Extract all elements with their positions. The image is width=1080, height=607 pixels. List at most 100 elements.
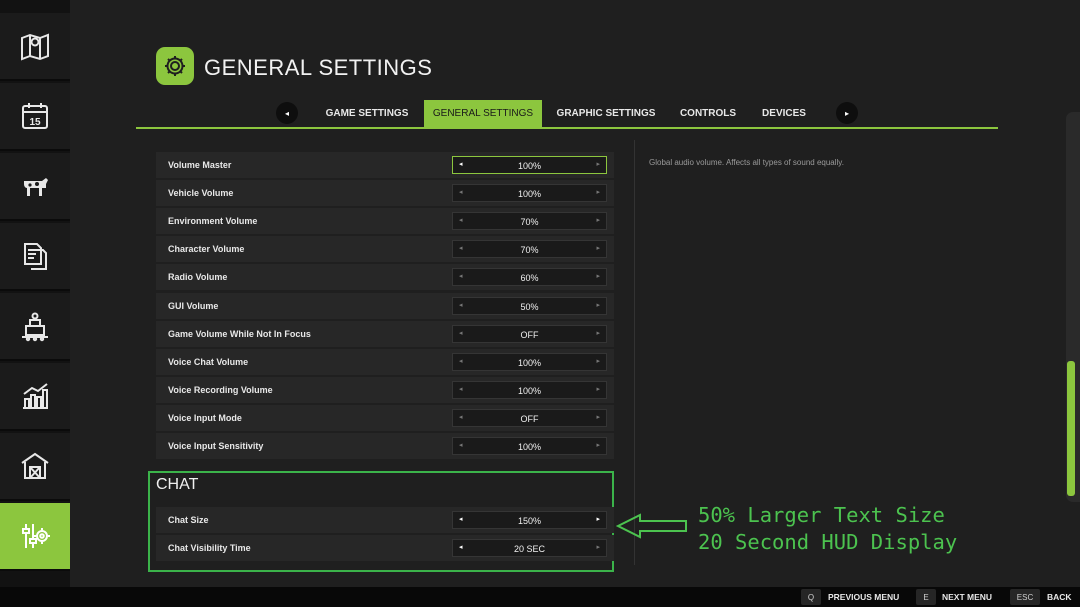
increase-arrow-icon[interactable]: ▸ [596, 515, 600, 523]
sidebar-item-settings[interactable] [0, 503, 78, 571]
setting-label: Volume Master [168, 160, 232, 170]
increase-arrow-icon[interactable]: ▸ [596, 301, 600, 309]
setting-value: 100% [517, 442, 542, 452]
setting-row[interactable]: Character Volume ◂ 70% ▸ [156, 236, 614, 263]
setting-row[interactable]: Game Volume While Not In Focus ◂ OFF ▸ [156, 320, 614, 347]
sidebar-item-statistics[interactable] [0, 363, 70, 431]
next-menu-button[interactable]: NEXT MENU [942, 592, 992, 602]
increase-arrow-icon[interactable]: ▸ [596, 160, 600, 168]
sidebar-item-calendar[interactable]: 15 [0, 83, 70, 151]
tab-graphic-settings[interactable]: GRAPHIC SETTINGS [554, 100, 658, 127]
setting-label: GUI Volume [168, 300, 219, 311]
settings-panel: GENERAL SETTINGS ◂ GAME SETTINGS GENERAL… [70, 0, 1080, 587]
svg-text:15: 15 [29, 117, 41, 128]
setting-value-selector[interactable]: ◂ 100% ▸ [452, 352, 607, 371]
setting-value: 20 SEC [513, 544, 546, 554]
tab-controls[interactable]: CONTROLS [672, 100, 744, 127]
increase-arrow-icon[interactable]: ▸ [596, 188, 600, 196]
setting-label: Environment Volume [168, 216, 258, 227]
setting-value-selector[interactable]: ◂ 60% ▸ [452, 268, 607, 287]
prev-tab-button[interactable]: ◂ [276, 102, 298, 124]
settings-icon [22, 524, 50, 548]
increase-arrow-icon[interactable]: ▸ [596, 385, 600, 393]
setting-value: OFF [520, 329, 539, 340]
sidebar-item-map[interactable] [0, 13, 70, 81]
key-q: Q [801, 589, 821, 605]
annotation-arrow-icon [616, 513, 687, 539]
setting-value-selector[interactable]: ◂ 150% ▸ [452, 511, 607, 529]
key-esc: ESC [1010, 589, 1040, 605]
setting-label: Voice Recording Volume [168, 384, 273, 395]
tab-devices[interactable]: DEVICES [754, 100, 814, 127]
setting-value-selector[interactable]: ◂ OFF ▸ [452, 408, 607, 427]
setting-row[interactable]: Chat Size ◂ 150% ▸ [156, 507, 614, 533]
setting-value-selector[interactable]: ◂ 70% ▸ [452, 212, 607, 231]
setting-row[interactable]: Environment Volume ◂ 70% ▸ [156, 208, 614, 235]
sidebar: 15 [0, 0, 78, 587]
scrollbar-thumb[interactable] [1067, 361, 1075, 496]
setting-value-selector[interactable]: ◂ OFF ▸ [452, 324, 607, 343]
setting-row[interactable]: Voice Input Mode ◂ OFF ▸ [156, 404, 614, 431]
setting-value: 100% [517, 189, 542, 200]
setting-value: 70% [520, 245, 539, 256]
sidebar-item-buildings[interactable] [0, 433, 70, 501]
tab-general-settings[interactable]: GENERAL SETTINGS [424, 100, 542, 127]
barn-icon [21, 452, 49, 479]
setting-value-selector[interactable]: ◂ 100% ▸ [452, 184, 607, 203]
setting-label: Vehicle Volume [168, 188, 234, 199]
setting-value: 50% [520, 301, 539, 312]
setting-row[interactable]: Voice Input Sensitivity ◂ 100% ▸ [156, 433, 614, 459]
setting-value-selector[interactable]: ◂ 70% ▸ [452, 240, 607, 259]
setting-label: Character Volume [168, 244, 245, 255]
previous-menu-button[interactable]: PREVIOUS MENU [828, 592, 899, 602]
increase-arrow-icon[interactable]: ▸ [596, 357, 600, 365]
next-tab-button[interactable]: ▸ [836, 102, 858, 124]
setting-value-selector[interactable]: ◂ 100% ▸ [452, 380, 607, 399]
page-title: GENERAL SETTINGS [204, 55, 433, 80]
tab-game-settings[interactable]: GAME SETTINGS [322, 100, 412, 127]
setting-row[interactable]: Volume Master ◂ 100% ▸ [156, 152, 614, 178]
setting-value-selector[interactable]: ◂ 50% ▸ [452, 296, 607, 315]
setting-value: 100% [517, 357, 542, 368]
setting-value-selector[interactable]: ◂ 100% ▸ [452, 437, 607, 455]
title-badge [156, 47, 194, 85]
increase-arrow-icon[interactable]: ▸ [596, 543, 600, 551]
setting-row[interactable]: GUI Volume ◂ 50% ▸ [156, 292, 614, 319]
setting-label: Radio Volume [168, 272, 228, 283]
sidebar-item-contracts[interactable] [0, 223, 70, 291]
setting-row[interactable]: Vehicle Volume ◂ 100% ▸ [156, 180, 614, 207]
back-button[interactable]: BACK [1047, 592, 1072, 602]
documents-icon [24, 243, 47, 270]
increase-arrow-icon[interactable]: ▸ [596, 413, 600, 421]
chevron-left-icon: ◂ [284, 108, 289, 118]
sidebar-item-animals[interactable] [0, 153, 70, 221]
setting-value: OFF [520, 413, 539, 424]
sidebar-item-production[interactable] [0, 293, 70, 361]
key-e: E [916, 589, 936, 605]
increase-arrow-icon[interactable]: ▸ [596, 272, 600, 280]
setting-label: Chat Visibility Time [168, 543, 251, 553]
map-icon [21, 33, 49, 61]
panel-divider [634, 140, 635, 565]
setting-description: Global audio volume. Affects all types o… [649, 158, 844, 167]
setting-row[interactable]: Chat Visibility Time ◂ 20 SEC ▸ [156, 535, 614, 561]
setting-value-selector[interactable]: ◂ 100% ▸ [452, 156, 607, 174]
increase-arrow-icon[interactable]: ▸ [596, 441, 600, 449]
setting-row[interactable]: Radio Volume ◂ 60% ▸ [156, 264, 614, 291]
setting-value: 70% [520, 217, 539, 228]
setting-label: Voice Input Sensitivity [168, 441, 264, 451]
annotation-line-2: 20 Second HUD Display [698, 530, 958, 554]
increase-arrow-icon[interactable]: ▸ [596, 244, 600, 252]
increase-arrow-icon[interactable]: ▸ [596, 216, 600, 224]
footer-hints: Q PREVIOUS MENU E NEXT MENU ESC BACK [0, 587, 1080, 607]
setting-value-selector[interactable]: ◂ 20 SEC ▸ [452, 539, 607, 557]
statistics-icon [23, 383, 48, 409]
setting-value: 100% [517, 385, 542, 396]
setting-row[interactable]: Voice Recording Volume ◂ 100% ▸ [156, 376, 614, 403]
setting-value: 100% [517, 161, 542, 171]
increase-arrow-icon[interactable]: ▸ [596, 329, 600, 337]
setting-label: Game Volume While Not In Focus [168, 328, 311, 339]
setting-row[interactable]: Voice Chat Volume ◂ 100% ▸ [156, 348, 614, 375]
annotation-text: 50% Larger Text Size 20 Second HUD Displ… [698, 502, 957, 556]
annotation-line-1: 50% Larger Text Size [698, 503, 945, 527]
